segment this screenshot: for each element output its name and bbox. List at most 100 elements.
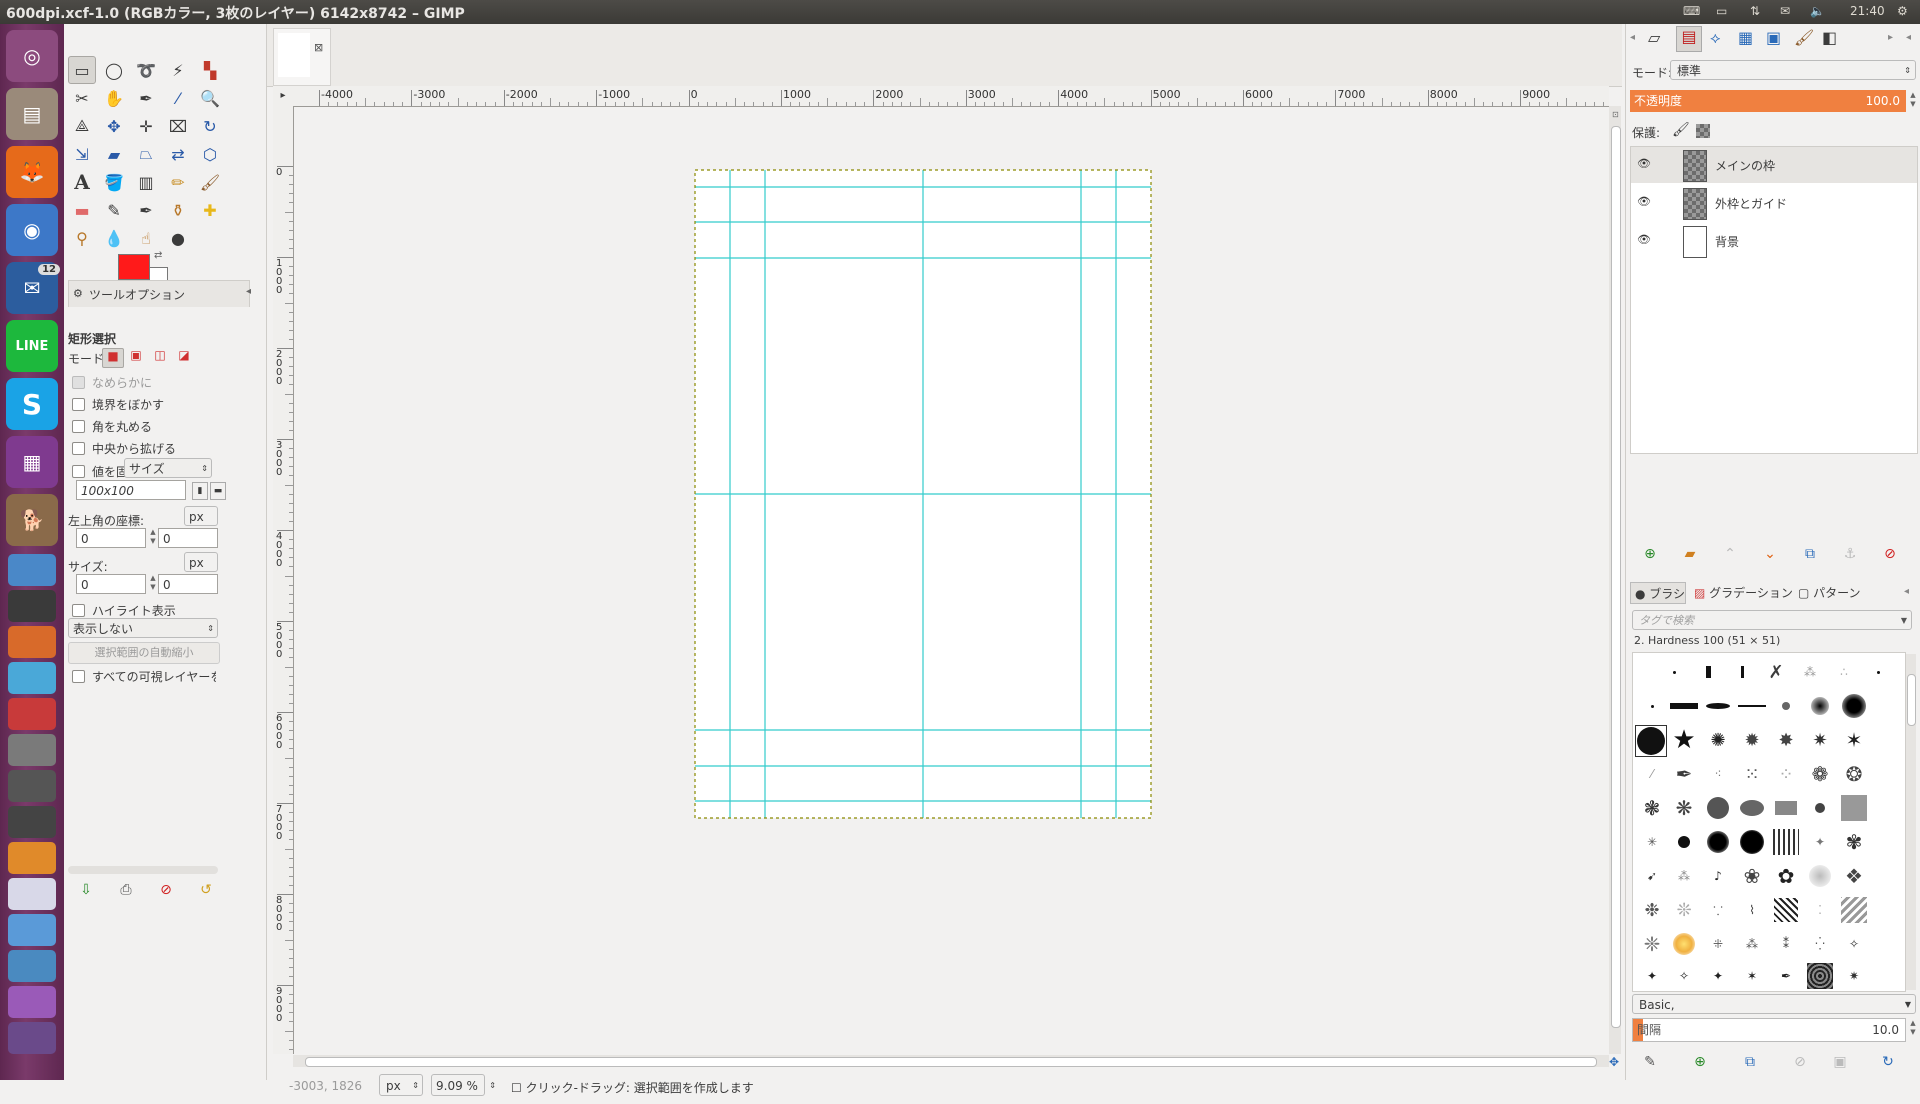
app-icon-4[interactable] bbox=[8, 662, 56, 694]
size-unit-select[interactable]: px bbox=[184, 552, 218, 572]
paintbrush-tool-icon[interactable]: 🖌 bbox=[196, 168, 224, 196]
workspace-switcher-icon[interactable]: ▦ bbox=[6, 436, 58, 488]
text-tool-icon[interactable]: A bbox=[68, 168, 96, 196]
raise-layer-icon[interactable]: ⌃ bbox=[1720, 544, 1740, 564]
zoom-tool-icon[interactable]: 🔍 bbox=[196, 84, 224, 112]
brush-item[interactable]: ❖ bbox=[1839, 861, 1869, 891]
foreground-select-tool-icon[interactable]: ✋ bbox=[100, 84, 128, 112]
gimp-icon[interactable]: 🐕 bbox=[6, 494, 58, 546]
brush-item[interactable] bbox=[1669, 929, 1699, 959]
horizontal-ruler[interactable]: -4000 -3000 -2000 -1000 0 1000 2000 3000 4000 500… bbox=[293, 86, 1609, 107]
airbrush-tool-icon[interactable]: ✎ bbox=[100, 196, 128, 224]
brush-item[interactable]: ❂ bbox=[1839, 759, 1869, 789]
app-icon-5[interactable] bbox=[8, 698, 56, 730]
brush-item[interactable] bbox=[1669, 691, 1699, 721]
rect-select-tool-icon[interactable]: ▭ bbox=[68, 56, 96, 84]
clock[interactable]: 21:40 bbox=[1850, 4, 1885, 18]
horizontal-scroll-thumb[interactable] bbox=[305, 1057, 1597, 1067]
position-x-spinner[interactable]: ▲ ▼ bbox=[148, 528, 158, 548]
scale-tool-icon[interactable]: ⇲ bbox=[68, 140, 96, 168]
app-icon-7[interactable] bbox=[8, 770, 56, 802]
rotate-tool-icon[interactable]: ↻ bbox=[196, 112, 224, 140]
settings-gear-icon[interactable]: ⚙ bbox=[1897, 4, 1908, 18]
brush-item[interactable] bbox=[1693, 657, 1723, 687]
app-icon-14[interactable] bbox=[8, 1022, 56, 1054]
scroll-right-icon[interactable]: ▸ bbox=[1888, 32, 1893, 43]
smudge-tool-icon[interactable]: ☝ bbox=[132, 224, 160, 252]
brush-item[interactable]: ✺ bbox=[1703, 725, 1733, 755]
brush-item[interactable] bbox=[1659, 657, 1689, 687]
lock-pixels-icon[interactable]: 🖌 bbox=[1672, 122, 1690, 138]
clone-tool-icon[interactable]: ⚱ bbox=[164, 196, 192, 224]
app-icon-11[interactable] bbox=[8, 914, 56, 946]
expand-center-checkbox[interactable] bbox=[72, 442, 85, 455]
foreground-color-swatch[interactable] bbox=[118, 254, 150, 280]
mail-icon[interactable]: ✉ bbox=[1780, 4, 1790, 18]
brush-item[interactable]: ✒ bbox=[1771, 961, 1801, 991]
size-h-field[interactable]: 0 bbox=[158, 574, 218, 594]
thunderbird-icon[interactable]: ✉ 12 bbox=[6, 262, 60, 314]
configure-tab-icon[interactable]: ◂ bbox=[1904, 586, 1909, 597]
eye-icon[interactable]: 👁 bbox=[1637, 195, 1651, 208]
tab-gradients-icon[interactable]: ◧ bbox=[1822, 28, 1837, 47]
restore-options-icon[interactable]: ⎙ bbox=[116, 880, 136, 900]
fixed-value-field[interactable]: 100x100 bbox=[76, 480, 186, 500]
brush-tag-filter[interactable]: タグで検索 ▼ bbox=[1632, 610, 1912, 630]
perspective-tool-icon[interactable]: ⏢ bbox=[132, 140, 160, 168]
navigate-icon[interactable]: ✥ bbox=[1609, 1055, 1623, 1069]
open-brush-as-image-icon[interactable]: ▣ bbox=[1830, 1052, 1850, 1072]
highlight-checkbox[interactable] bbox=[72, 604, 85, 617]
size-w-field[interactable]: 0 bbox=[76, 574, 146, 594]
paths-tool-icon[interactable]: ✒ bbox=[132, 84, 160, 112]
brush-item[interactable]: ❈ bbox=[1637, 929, 1667, 959]
brush-item[interactable]: ✸ bbox=[1771, 725, 1801, 755]
brush-item[interactable]: ✧ bbox=[1839, 929, 1869, 959]
heal-tool-icon[interactable]: ✚ bbox=[196, 196, 224, 224]
layer-row[interactable]: 👁 外枠とガイド bbox=[1631, 185, 1917, 221]
brush-item[interactable]: ✶ bbox=[1839, 725, 1869, 755]
opacity-slider[interactable]: 不透明度 100.0 bbox=[1630, 90, 1906, 112]
blur-tool-icon[interactable]: 💧 bbox=[100, 224, 128, 252]
dodge-burn-tool-icon[interactable]: ● bbox=[164, 224, 192, 252]
brush-item[interactable]: ⁙ bbox=[1737, 759, 1767, 789]
tab-layers-icon[interactable]: ▱ bbox=[1648, 28, 1660, 47]
brush-item[interactable] bbox=[1703, 827, 1733, 857]
firefox-icon[interactable]: 🦊 bbox=[6, 146, 58, 198]
mode-intersect-button[interactable]: ◪ bbox=[174, 348, 194, 366]
layer-name[interactable]: メインの枠 bbox=[1715, 157, 1775, 174]
new-layer-icon[interactable]: ⊕ bbox=[1640, 544, 1660, 564]
tab-undo-icon[interactable]: ▦ bbox=[1738, 28, 1753, 47]
pencil-tool-icon[interactable]: ✏ bbox=[164, 168, 192, 196]
size-w-spinner[interactable]: ▲ ▼ bbox=[148, 574, 158, 594]
tab-gradients[interactable]: ▨ グラデーション bbox=[1690, 582, 1793, 604]
save-options-icon[interactable]: ⇩ bbox=[76, 880, 96, 900]
brush-item[interactable]: ✧ bbox=[1669, 961, 1699, 991]
tab-channels-icon[interactable]: ▤ bbox=[1676, 26, 1702, 52]
brush-item[interactable] bbox=[1703, 691, 1733, 721]
mode-add-button[interactable]: ▣ bbox=[126, 348, 146, 366]
network-icon[interactable]: ⇅ bbox=[1750, 4, 1760, 18]
brush-item[interactable]: ⁄ bbox=[1637, 759, 1667, 789]
duplicate-layer-icon[interactable]: ⧉ bbox=[1800, 544, 1820, 564]
vertical-scrollbar[interactable]: ⊡ bbox=[1609, 106, 1621, 1054]
guides-select[interactable]: 表示しない ⇕ bbox=[68, 618, 218, 638]
layer-name[interactable]: 背景 bbox=[1715, 233, 1739, 250]
brush-item[interactable]: ❊ bbox=[1669, 895, 1699, 925]
lock-alpha-icon[interactable] bbox=[1696, 124, 1710, 138]
brush-item[interactable] bbox=[1863, 657, 1893, 687]
brush-item[interactable]: ⁑ bbox=[1771, 929, 1801, 959]
duplicate-brush-icon[interactable]: ⧉ bbox=[1740, 1052, 1760, 1072]
brush-item[interactable]: ✳ bbox=[1637, 827, 1667, 857]
refresh-brushes-icon[interactable]: ↻ bbox=[1878, 1052, 1898, 1072]
brush-item[interactable] bbox=[1805, 861, 1835, 891]
shear-tool-icon[interactable]: ▰ bbox=[100, 140, 128, 168]
rounded-corners-checkbox[interactable] bbox=[72, 420, 85, 433]
mode-replace-button[interactable]: ■ bbox=[102, 348, 124, 368]
unit-select[interactable]: px ⇕ bbox=[379, 1074, 423, 1096]
app-icon-2[interactable] bbox=[8, 590, 56, 622]
position-unit-select[interactable]: px bbox=[184, 506, 218, 526]
quick-mask-menu-icon[interactable]: ▸ bbox=[273, 86, 293, 106]
brush-item[interactable]: ✹ bbox=[1737, 725, 1767, 755]
perspective-clone-tool-icon[interactable]: ⚲ bbox=[68, 224, 96, 252]
fixed-checkbox[interactable] bbox=[72, 465, 85, 478]
